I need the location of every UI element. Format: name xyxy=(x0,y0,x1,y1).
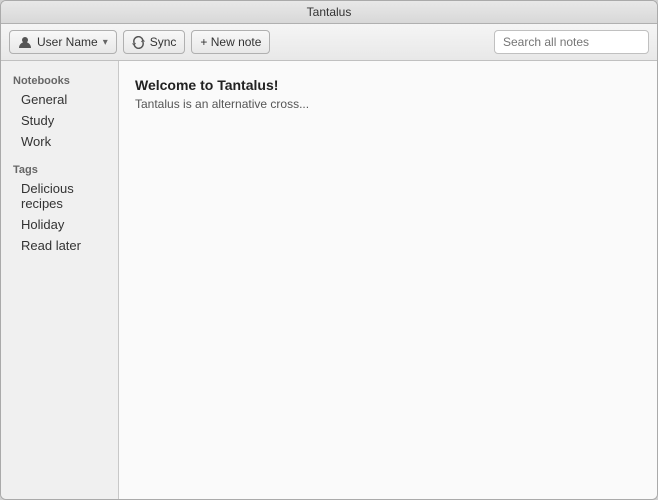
user-button-label: User Name xyxy=(37,35,98,49)
welcome-title: Welcome to Tantalus! xyxy=(135,77,641,93)
app-window: Tantalus User Name ▾ Sync + New note xyxy=(0,0,658,500)
search-input[interactable] xyxy=(494,30,649,54)
user-icon xyxy=(18,35,32,49)
sidebar-item-read-later[interactable]: Read later xyxy=(1,235,118,256)
sync-button-label: Sync xyxy=(150,35,177,49)
sidebar-item-general[interactable]: General xyxy=(1,89,118,110)
main-content: Notebooks General Study Work Tags Delici… xyxy=(1,61,657,499)
sidebar-item-holiday[interactable]: Holiday xyxy=(1,214,118,235)
sidebar: Notebooks General Study Work Tags Delici… xyxy=(1,61,119,499)
toolbar: User Name ▾ Sync + New note xyxy=(1,24,657,61)
sync-icon xyxy=(132,36,145,49)
new-note-button-label: + New note xyxy=(200,35,261,49)
sidebar-item-delicious-recipes[interactable]: Delicious recipes xyxy=(1,178,118,214)
sidebar-item-work[interactable]: Work xyxy=(1,131,118,152)
sidebar-item-study[interactable]: Study xyxy=(1,110,118,131)
user-button[interactable]: User Name ▾ xyxy=(9,30,117,54)
chevron-down-icon: ▾ xyxy=(103,37,108,48)
notebooks-label: Notebooks xyxy=(1,71,118,89)
content-area: Welcome to Tantalus! Tantalus is an alte… xyxy=(119,61,657,499)
welcome-text: Tantalus is an alternative cross... xyxy=(135,97,641,111)
new-note-button[interactable]: + New note xyxy=(191,30,270,54)
app-title: Tantalus xyxy=(307,5,352,19)
title-bar: Tantalus xyxy=(1,1,657,24)
sync-button[interactable]: Sync xyxy=(123,30,186,54)
tags-label: Tags xyxy=(1,160,118,178)
